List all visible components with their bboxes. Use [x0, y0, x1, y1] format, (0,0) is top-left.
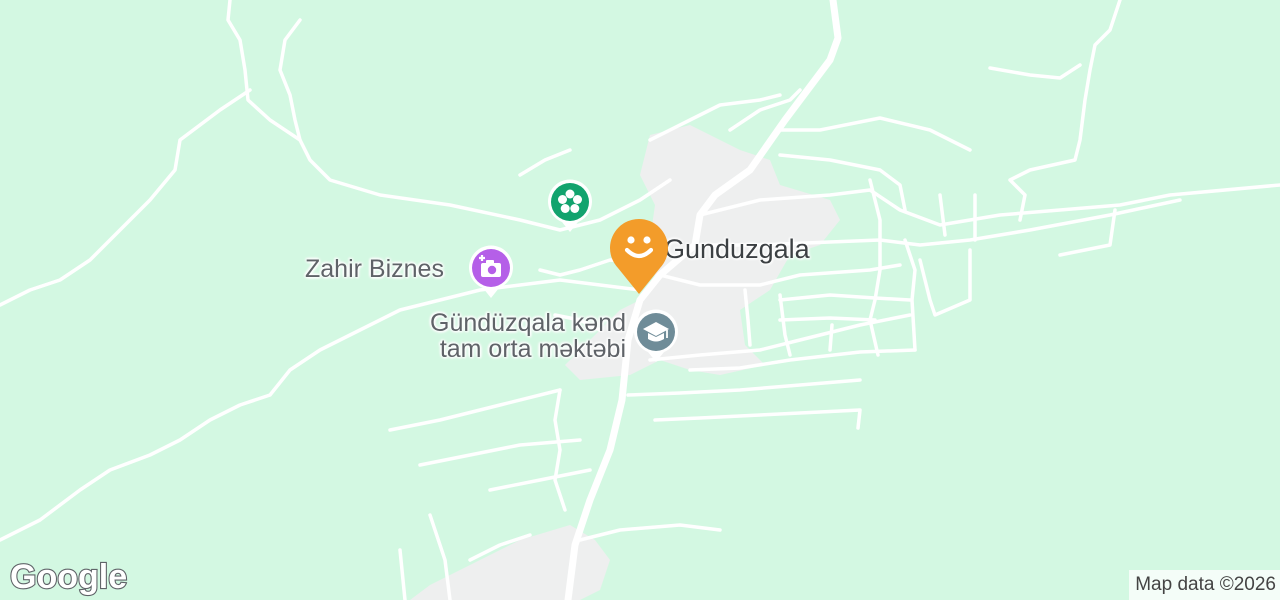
map-base-layer [0, 0, 1280, 600]
map-canvas[interactable]: Gunduzgala Zahir Biznes Gündüzqala kənd … [0, 0, 1280, 600]
flower-icon [548, 179, 592, 232]
camera-plus-icon [469, 245, 513, 298]
zahir-biznes-pin[interactable] [466, 244, 516, 300]
school-label-line-1[interactable]: Gündüzqala kənd [410, 309, 626, 338]
town-label[interactable]: Gunduzgala [664, 234, 810, 264]
school-pin[interactable] [631, 308, 681, 364]
google-logo-text: Google [10, 558, 127, 596]
school-label-line-2[interactable]: tam orta məktəbi [410, 335, 626, 364]
current-location-pin[interactable] [606, 212, 672, 296]
smiley-face-pin-icon [610, 219, 668, 294]
google-logo[interactable]: Google [8, 554, 130, 600]
park-pin[interactable] [545, 178, 595, 234]
graduation-cap-icon [634, 309, 678, 362]
map-attribution[interactable]: Map data ©2026 [1129, 570, 1280, 600]
zahir-biznes-label[interactable]: Zahir Biznes [305, 255, 444, 284]
